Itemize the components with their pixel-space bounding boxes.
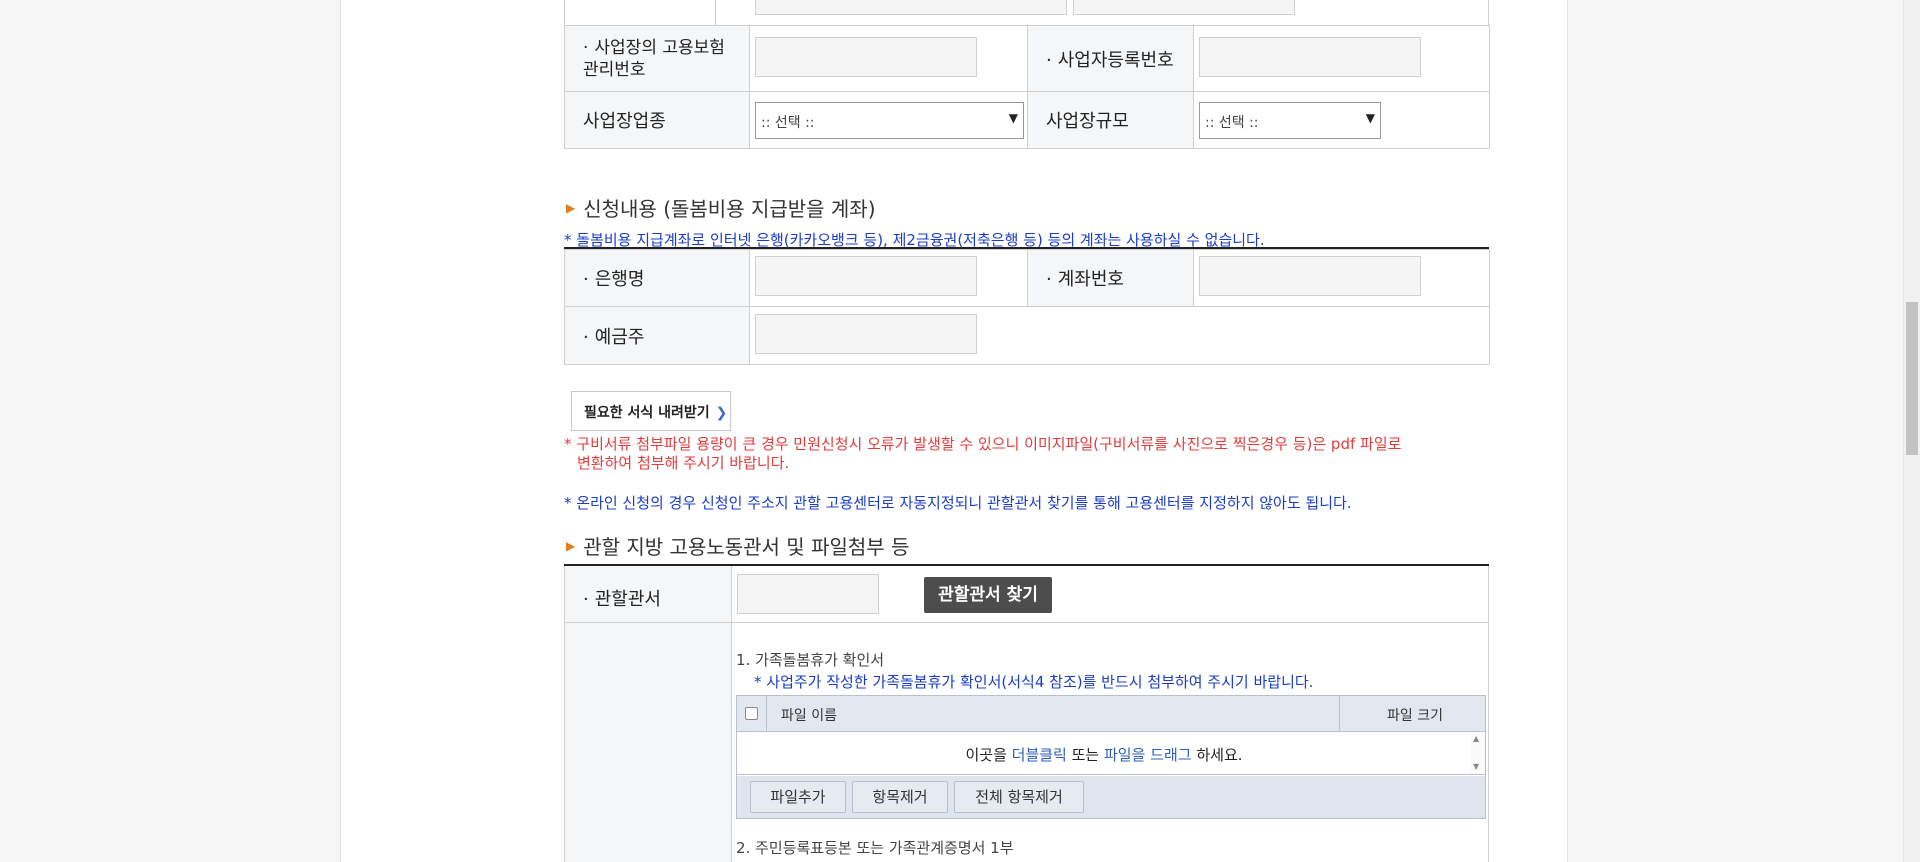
file-uploader: 파일 이름 파일 크기 이곳을 더블클릭 또는 파일을 드래그 하세요. ▲ ▼: [736, 695, 1486, 819]
office-label: · 관할관서: [565, 566, 732, 623]
col-filename: 파일 이름: [781, 708, 837, 724]
account-number-input[interactable]: [1199, 256, 1421, 296]
table-row: · 예금주: [564, 306, 1490, 365]
scroll-up-icon[interactable]: ▲: [1473, 734, 1479, 743]
section-bullet-icon: ▶: [566, 201, 576, 215]
scale-select[interactable]: :: 선택 :: ▼: [1199, 101, 1381, 139]
industry-select[interactable]: :: 선택 :: ▼: [755, 101, 1024, 139]
bank-name-label: · 은행명: [564, 249, 750, 307]
partial-input-2[interactable]: [1073, 0, 1295, 15]
download-forms-button[interactable]: 필요한 서식 내려받기 ❯: [571, 391, 731, 431]
office-table: · 관할관서 관할관서 찾기 1. 가족돌봄휴가 확인서 * 사업주가 작성한 가…: [564, 566, 1489, 862]
page-container: · 사업장의 고용보험 관리번호 · 사업자등록번호 사업장업종 :: 선택 :: ▼ …: [340, 0, 1568, 862]
dropdown-arrow-icon: ▼: [1008, 110, 1018, 125]
account-holder-input[interactable]: [755, 313, 977, 354]
office-section-title: ▶ 관할 지방 고용노동관서 및 파일첨부 등: [566, 535, 910, 559]
table-row: · 은행명 · 계좌번호: [564, 249, 1490, 307]
scale-label: 사업장규모: [1027, 91, 1194, 149]
remove-all-button[interactable]: 전체 항목제거: [954, 781, 1084, 813]
drop-zone-scrollbar[interactable]: ▲ ▼: [1471, 732, 1485, 774]
page-scrollbar[interactable]: [1903, 0, 1920, 862]
partial-input-1[interactable]: [755, 0, 1067, 15]
partial-row: [564, 0, 1489, 25]
table-row: · 사업장의 고용보험 관리번호 · 사업자등록번호: [564, 25, 1490, 92]
dropdown-arrow-icon: ▼: [1365, 110, 1375, 125]
chevron-right-icon: ❯: [715, 405, 728, 421]
remove-item-button[interactable]: 항목제거: [852, 781, 948, 813]
application-section-title: ▶ 신청내용 (돌봄비용 지급받을 계좌): [566, 197, 876, 221]
office-input[interactable]: [737, 574, 879, 614]
attachment-item-2-title: 2. 주민등록표등본 또는 가족관계증명서 1부: [736, 839, 1014, 857]
attachment-item-1-notice: * 사업주가 작성한 가족돌봄휴가 확인서(서식4 참조)를 반드시 첨부하여 …: [754, 673, 1314, 691]
drop-zone[interactable]: 이곳을 더블클릭 또는 파일을 드래그 하세요. ▲ ▼: [737, 732, 1485, 775]
office-cell: 관할관서 찾기: [732, 566, 1488, 623]
insurance-number-input[interactable]: [755, 36, 977, 77]
scroll-down-icon[interactable]: ▼: [1473, 762, 1479, 771]
add-file-button[interactable]: 파일추가: [750, 781, 846, 813]
attachment-label-cell: [565, 623, 732, 862]
col-filesize: 파일 크기: [1387, 708, 1443, 724]
table-row: 사업장업종 :: 선택 :: ▼ 사업장규모 :: 선택 :: ▼: [564, 91, 1490, 149]
file-toolbar: 파일추가 항목제거 전체 항목제거: [737, 776, 1485, 818]
attachment-item-1-title: 1. 가족돌봄휴가 확인서: [736, 651, 885, 669]
select-all-checkbox[interactable]: [745, 707, 758, 720]
account-table: · 은행명 · 계좌번호 · 예금주: [564, 249, 1490, 365]
bank-name-input[interactable]: [755, 256, 977, 296]
scrollbar-thumb[interactable]: [1906, 302, 1918, 455]
account-number-label: · 계좌번호: [1027, 249, 1194, 307]
business-reg-input[interactable]: [1199, 36, 1421, 77]
find-office-button[interactable]: 관할관서 찾기: [924, 577, 1052, 613]
drop-zone-text: 이곳을 더블클릭 또는 파일을 드래그 하세요.: [965, 746, 1243, 764]
attachment-cell: 1. 가족돌봄휴가 확인서 * 사업주가 작성한 가족돌봄휴가 확인서(서식4 …: [732, 623, 1488, 862]
business-reg-label: · 사업자등록번호: [1027, 25, 1194, 92]
account-holder-label: · 예금주: [564, 306, 750, 365]
workplace-table: · 사업장의 고용보험 관리번호 · 사업자등록번호 사업장업종 :: 선택 :: ▼ …: [564, 25, 1490, 149]
file-table-header: 파일 이름 파일 크기: [737, 696, 1485, 732]
insurance-number-label: · 사업장의 고용보험 관리번호: [564, 25, 750, 92]
online-notice: * 온라인 신청의 경우 신청인 주소지 관할 고용센터로 자동지정되니 관할관…: [564, 494, 1352, 512]
select-all-cell: [737, 696, 767, 731]
industry-label: 사업장업종: [564, 91, 750, 149]
attachment-warning: * 구비서류 첨부파일 용량이 큰 경우 민원신청시 오류가 발생할 수 있으니…: [564, 435, 1402, 472]
section-bullet-icon: ▶: [566, 539, 576, 553]
